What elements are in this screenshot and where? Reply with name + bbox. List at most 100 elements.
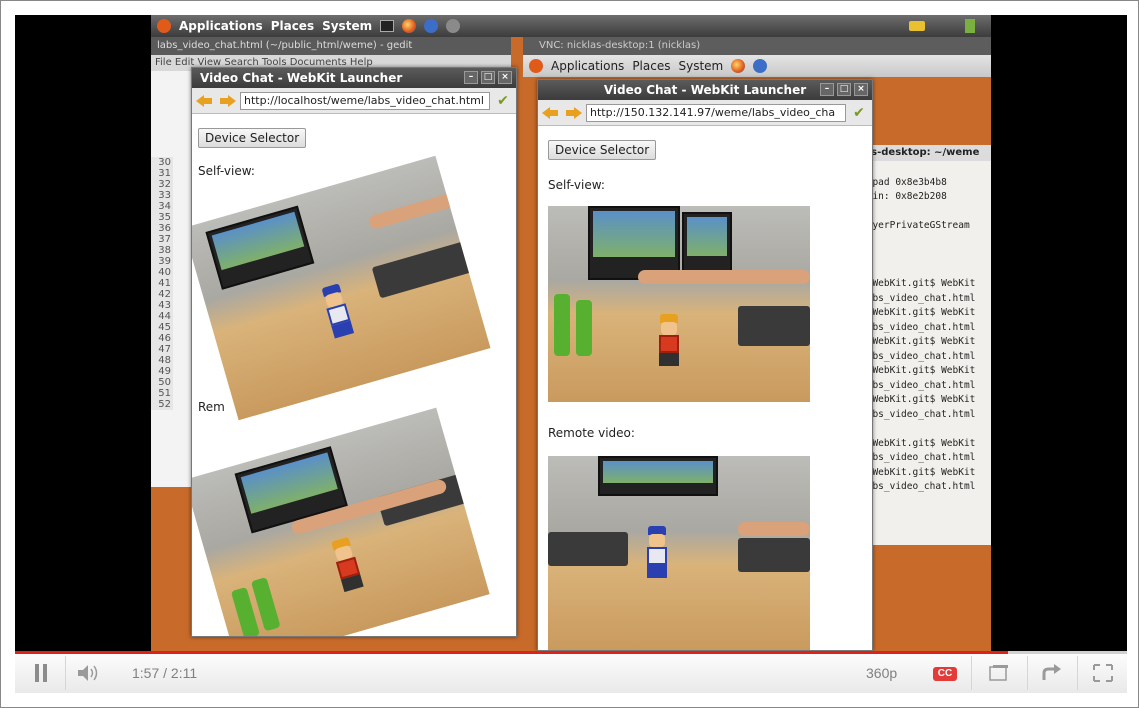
right-top-panel: Applications Places System xyxy=(523,55,991,77)
line-number: 39 xyxy=(158,256,171,267)
figure-blue xyxy=(644,526,670,578)
terminal-line: e/WebKit.git$ WebKit xyxy=(861,278,976,289)
progress-bar[interactable] xyxy=(15,651,1127,654)
gedit-title: labs_video_chat.html (~/public_html/weme… xyxy=(151,37,511,55)
terminal-output: prcpad 0x8e3b4b8 yBin: 0x8e2b208 layerPri… xyxy=(861,161,991,495)
terminal-window: las-desktop: ~/weme prcpad 0x8e3b4b8 yBin… xyxy=(859,145,991,545)
arm xyxy=(638,270,810,284)
terminal-line: labs_video_chat.html xyxy=(861,452,976,463)
figure-blue xyxy=(318,282,357,339)
right-window-title-text: Video Chat - WebKit Launcher xyxy=(603,83,807,97)
arm xyxy=(738,522,810,536)
line-number: 45 xyxy=(158,322,171,333)
popout-button[interactable] xyxy=(981,652,1017,694)
arm xyxy=(367,192,458,231)
left-url-field[interactable]: http://localhost/weme/labs_video_chat.ht… xyxy=(240,91,490,110)
left-panel-tray xyxy=(511,15,991,37)
forward-arrow-icon[interactable] xyxy=(218,93,236,109)
terminal-line: e/WebKit.git$ WebKit xyxy=(861,336,976,347)
close-icon[interactable]: × xyxy=(498,71,512,84)
progress-played xyxy=(15,651,1009,654)
menu-places-2[interactable]: Places xyxy=(632,59,670,73)
minimize-icon[interactable]: – xyxy=(464,71,478,84)
line-number: 49 xyxy=(158,366,171,377)
keyboard xyxy=(548,532,628,566)
terminal-line: e/WebKit.git$ WebKit xyxy=(861,437,976,449)
terminal-line: e/WebKit.git$ WebKit xyxy=(861,365,976,376)
line-number: 41 xyxy=(158,278,171,289)
go-check-icon[interactable]: ✔ xyxy=(494,93,512,109)
left-window-title: Video Chat - WebKit Launcher – □ × xyxy=(192,68,516,88)
keyboard xyxy=(738,538,810,572)
pause-icon xyxy=(34,664,48,682)
help-icon[interactable] xyxy=(424,19,439,33)
right-url-field[interactable]: http://150.132.141.97/weme/labs_video_ch… xyxy=(586,103,846,122)
left-device-selector-button[interactable]: Device Selector xyxy=(198,128,307,148)
line-number: 33 xyxy=(158,190,171,201)
folder-icon[interactable] xyxy=(909,21,925,31)
terminal-line: e/WebKit.git$ WebKit xyxy=(861,466,976,478)
divider xyxy=(1027,656,1028,690)
line-number: 42 xyxy=(158,289,171,300)
right-window-title: Video Chat - WebKit Launcher – □ × xyxy=(538,80,872,100)
minimize-icon-2[interactable]: – xyxy=(820,83,834,96)
divider xyxy=(65,656,66,690)
menu-applications[interactable]: Applications xyxy=(179,19,263,33)
green-bottle xyxy=(554,294,570,356)
back-arrow-icon-2[interactable] xyxy=(542,105,560,121)
firefox-icon[interactable] xyxy=(402,19,417,33)
menu-applications-2[interactable]: Applications xyxy=(551,59,624,73)
player-controls: 1:57 / 2:11 360p CC xyxy=(15,651,1127,693)
ubuntu-logo-icon-2 xyxy=(529,59,543,73)
go-check-icon-2[interactable]: ✔ xyxy=(850,105,868,121)
divider xyxy=(971,656,972,690)
left-remote-video[interactable] xyxy=(192,407,490,636)
line-number: 46 xyxy=(158,333,171,344)
left-webkit-window: Video Chat - WebKit Launcher – □ × http://… xyxy=(191,67,517,637)
line-number: 37 xyxy=(158,234,171,245)
terminal-icon[interactable] xyxy=(380,20,395,32)
right-self-view-video[interactable] xyxy=(548,206,810,402)
pause-button[interactable] xyxy=(23,652,59,694)
right-content: Device Selector Self-view: Remote video: xyxy=(538,126,872,650)
app-icon[interactable] xyxy=(446,19,461,33)
divider xyxy=(1077,656,1078,690)
forward-arrow-icon-2[interactable] xyxy=(564,105,582,121)
monitor xyxy=(588,206,680,280)
right-self-view-label: Self-view: xyxy=(548,178,605,192)
help-icon-2[interactable] xyxy=(753,59,768,73)
right-device-selector-button[interactable]: Device Selector xyxy=(548,140,657,160)
cc-button[interactable]: CC xyxy=(933,667,957,681)
menu-system-2[interactable]: System xyxy=(678,59,723,73)
menu-places[interactable]: Places xyxy=(271,19,314,33)
figure-red xyxy=(656,314,682,366)
terminal-line: labs_video_chat.html xyxy=(861,408,976,420)
left-self-view-video[interactable] xyxy=(192,155,491,421)
terminal-line: layerPrivateGStream xyxy=(861,220,970,231)
line-number: 52 xyxy=(158,399,171,410)
maximize-icon-2[interactable]: □ xyxy=(837,83,851,96)
right-remote-video[interactable] xyxy=(548,456,810,650)
line-number: 50 xyxy=(158,377,171,388)
maximize-icon[interactable]: □ xyxy=(481,71,495,84)
firefox-icon-2[interactable] xyxy=(731,59,746,73)
back-arrow-icon[interactable] xyxy=(196,93,214,109)
close-icon-2[interactable]: × xyxy=(854,83,868,96)
terminal-line: labs_video_chat.html xyxy=(861,481,976,492)
ubuntu-logo-icon xyxy=(157,19,171,33)
volume-button[interactable] xyxy=(69,652,109,694)
fullscreen-button[interactable] xyxy=(1083,652,1123,694)
line-number: 47 xyxy=(158,344,171,355)
line-number: 40 xyxy=(158,267,171,278)
network-icon[interactable] xyxy=(965,19,975,33)
video-area[interactable]: Applications Places System labs_video_ch… xyxy=(15,15,1127,651)
terminal-line: e/WebKit.git$ WebKit xyxy=(861,307,976,318)
left-content: Device Selector Self-view: Rem xyxy=(192,114,516,636)
line-number: 38 xyxy=(158,245,171,256)
menu-system[interactable]: System xyxy=(322,19,372,33)
quality-selector[interactable]: 360p xyxy=(866,652,897,694)
share-button[interactable] xyxy=(1033,652,1069,694)
